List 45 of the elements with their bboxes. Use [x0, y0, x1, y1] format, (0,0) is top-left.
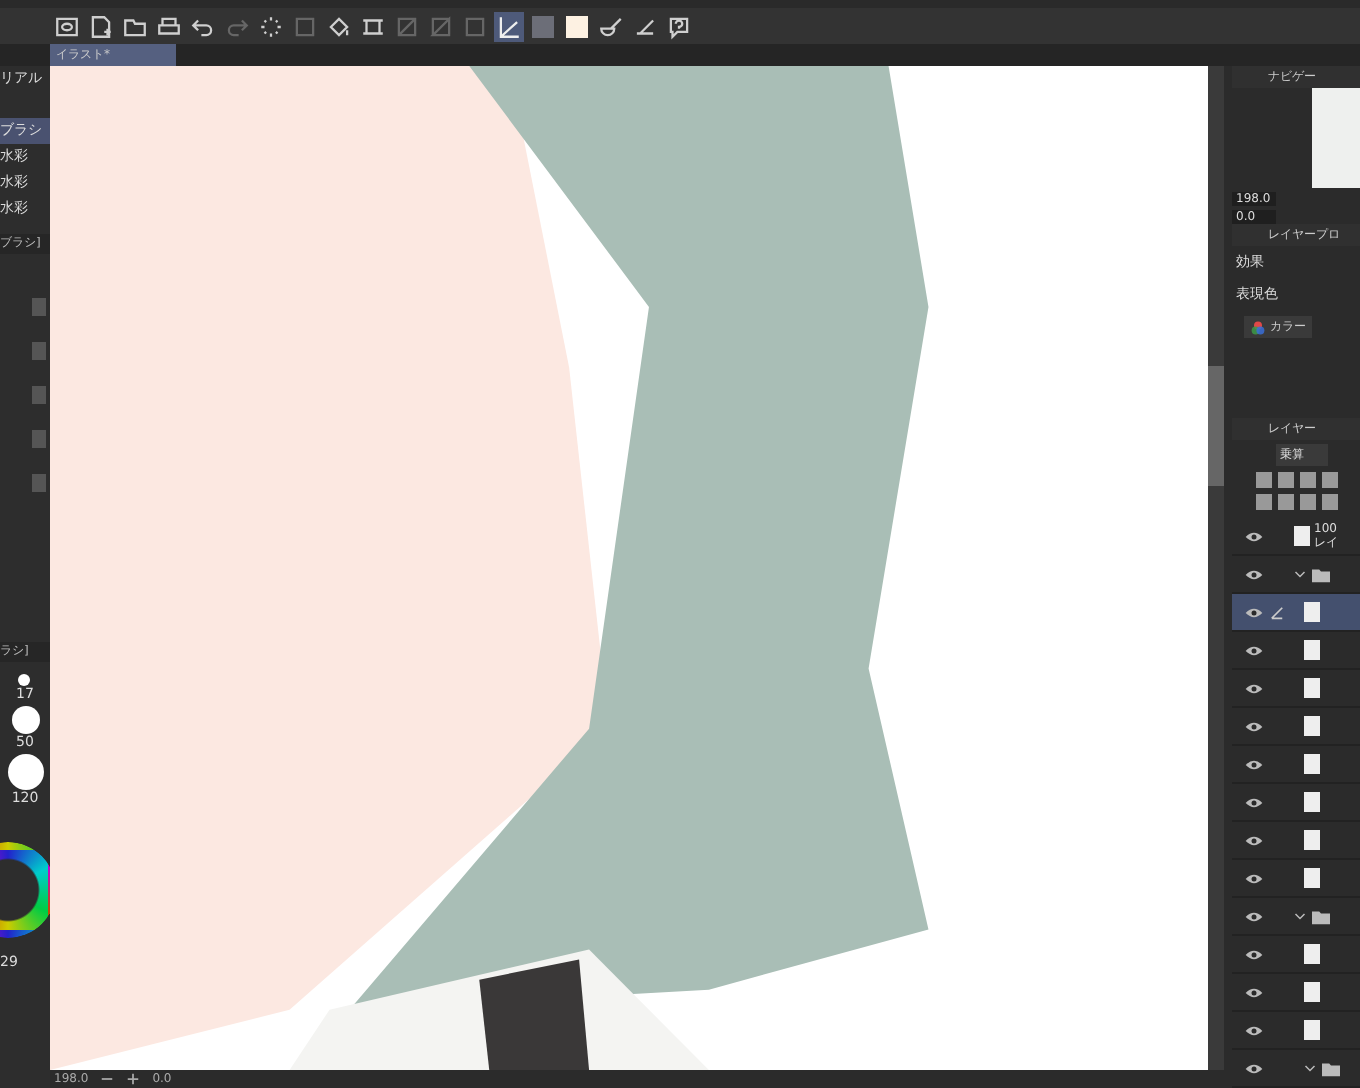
folder-icon: [1310, 565, 1332, 583]
canvas-icon: [54, 13, 80, 39]
caret-icon[interactable]: [1294, 569, 1306, 579]
scrollbar-thumb[interactable]: [1208, 366, 1224, 486]
eye-icon[interactable]: [1244, 1061, 1264, 1075]
color-circles-icon: [1250, 319, 1266, 335]
dotted-circle-button[interactable]: [256, 11, 286, 41]
eye-icon[interactable]: [1244, 681, 1264, 695]
zoom-out-button[interactable]: [100, 1072, 115, 1086]
eye-icon[interactable]: [1244, 947, 1264, 961]
pen-icon: [1270, 605, 1284, 619]
new-page-icon: [88, 13, 114, 39]
folder-icon: [1310, 907, 1332, 925]
eye-icon[interactable]: [1244, 985, 1264, 999]
folder-icon: [122, 13, 148, 39]
caret-icon[interactable]: [1304, 1063, 1316, 1073]
folder-icon: [1320, 1059, 1342, 1077]
eye-icon[interactable]: [1244, 757, 1264, 771]
layer-thumbnail: [1294, 526, 1310, 546]
square-icon: [292, 13, 318, 39]
layer-row[interactable]: [1232, 594, 1360, 632]
eye-icon[interactable]: [1244, 719, 1264, 733]
brush-icon: [598, 13, 624, 39]
eye-icon[interactable]: [1244, 529, 1264, 543]
ruler-icon: [496, 13, 522, 39]
zoom-in-button[interactable]: [126, 1072, 141, 1086]
eye-icon[interactable]: [1244, 567, 1264, 581]
eye-icon[interactable]: [1244, 1023, 1264, 1037]
eye-icon[interactable]: [1244, 909, 1264, 923]
eye-icon[interactable]: [1244, 605, 1264, 619]
frame-icon: [360, 13, 386, 39]
caret-icon[interactable]: [1294, 911, 1306, 921]
eye-icon[interactable]: [1244, 871, 1264, 885]
eye-icon[interactable]: [1244, 833, 1264, 847]
square-icon: [462, 13, 488, 39]
navigator-thumbnail: [1312, 88, 1360, 188]
ruler-button[interactable]: [494, 11, 524, 41]
new-page-button[interactable]: [86, 11, 116, 41]
help-icon: [666, 13, 692, 39]
color-swatch[interactable]: [532, 15, 554, 37]
color-swatch[interactable]: [566, 15, 588, 37]
eye-icon[interactable]: [1244, 795, 1264, 809]
printer-icon: [156, 13, 182, 39]
bucket-icon: [326, 13, 352, 39]
eye-icon[interactable]: [1244, 643, 1264, 657]
